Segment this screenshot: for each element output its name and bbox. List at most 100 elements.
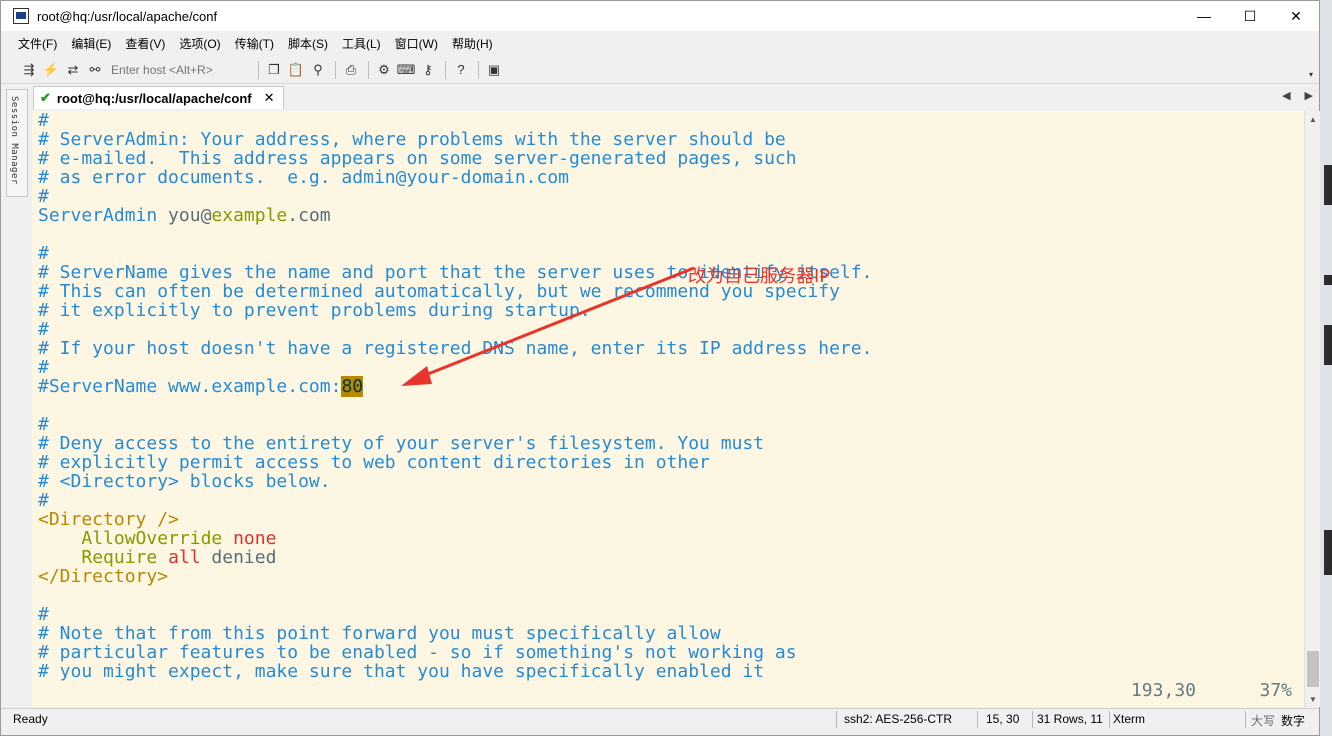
terminal-line: </Directory> [38, 567, 872, 586]
terminal-line: # explicitly permit access to web conten… [38, 452, 710, 473]
scroll-down-icon[interactable]: ▼ [1305, 691, 1321, 707]
directive-value: you@ [157, 205, 212, 226]
terminal-line: # ServerAdmin: Your address, where probl… [38, 129, 786, 150]
cursor-highlight: 80 [341, 376, 364, 397]
title-bar[interactable]: root@hq:/usr/local/apache/conf — ☐ ✕ [1, 1, 1319, 31]
tab-prev-icon[interactable]: ◀ [1282, 89, 1290, 102]
terminal-line: # you might expect, make sure that you h… [38, 661, 765, 682]
terminal-line: # [38, 243, 49, 264]
toolbar-divider [258, 60, 259, 79]
keymap-icon[interactable]: ⌨ [396, 60, 416, 80]
background-desktop-strip [1320, 0, 1332, 736]
scroll-up-icon[interactable]: ▲ [1305, 111, 1321, 127]
directive-value: none [222, 528, 277, 549]
directive-name: ServerAdmin [38, 205, 158, 226]
sftp-icon[interactable]: ▣ [484, 60, 504, 80]
background-strip-dark-block [1324, 165, 1332, 205]
session-manager-panel[interactable]: Session Manager [6, 89, 28, 197]
status-divider [836, 711, 837, 728]
toolbar-divider [445, 60, 446, 79]
close-button[interactable]: ✕ [1273, 1, 1319, 31]
status-num: 数字 [1281, 714, 1306, 728]
status-position: 15, 30 [986, 712, 1020, 726]
copy-icon[interactable]: ❐ [264, 60, 284, 80]
status-divider [1032, 711, 1033, 728]
menu-view[interactable]: 查看(V) [125, 35, 165, 52]
terminal-line: # it explicitly to prevent problems duri… [38, 300, 591, 321]
terminal-line: # Note that from this point forward you … [38, 623, 721, 644]
vertical-scrollbar[interactable]: ▲ ▼ [1304, 111, 1320, 707]
toolbar: ⇶ ⚡ ⇄ ⚯ ❐ 📋 ⚲ ⎙ ⚙ ⌨ ⚷ ? ▣ ▾ [1, 56, 1319, 84]
directive-value: .com [287, 205, 331, 226]
cursor-position: 193,30 [1130, 680, 1196, 701]
directory-tag: </Directory> [38, 566, 169, 587]
scroll-thumb[interactable] [1307, 651, 1319, 687]
menu-options[interactable]: 选项(O) [179, 35, 220, 52]
minimize-button[interactable]: — [1181, 1, 1227, 31]
directive-value: all [168, 547, 201, 568]
terminal-line: # [38, 319, 49, 340]
background-strip-dark-block [1324, 325, 1332, 365]
host-input[interactable] [107, 59, 253, 80]
terminal-line: # [38, 490, 49, 511]
terminal-line: # particular features to be enabled - so… [38, 642, 797, 663]
scroll-percent: 37% [1259, 680, 1292, 701]
terminal-line: <Directory /> [38, 510, 872, 529]
quick-connect-icon[interactable]: ⚡ [41, 60, 61, 80]
menu-tools[interactable]: 工具(L) [342, 35, 381, 52]
toolbar-overflow-icon[interactable]: ▾ [1309, 70, 1313, 79]
status-caps: 大写 [1251, 714, 1276, 728]
background-strip-dark-block [1324, 530, 1332, 575]
session-tab-label: root@hq:/usr/local/apache/conf [56, 90, 252, 106]
reconnect-icon[interactable]: ⇄ [63, 60, 83, 80]
connect-bar-icon[interactable]: ⇶ [19, 60, 39, 80]
help-icon[interactable]: ? [451, 60, 471, 80]
session-tab[interactable]: ✔ root@hq:/usr/local/apache/conf ✕ [33, 86, 284, 109]
find-icon[interactable]: ⚲ [308, 60, 328, 80]
directory-tag: <Directory /> [38, 509, 179, 530]
terminal-line: # e-mailed. This address appears on some… [38, 148, 797, 169]
securecrt-window: root@hq:/usr/local/apache/conf — ☐ ✕ 文件(… [0, 0, 1320, 736]
menu-file[interactable]: 文件(F) [18, 35, 57, 52]
status-divider [1245, 711, 1246, 728]
window-controls: — ☐ ✕ [1181, 1, 1319, 31]
app-icon[interactable] [13, 8, 29, 24]
settings-icon[interactable]: ⚙ [374, 60, 394, 80]
terminal-line: ServerAdmin you@example.com [38, 206, 872, 225]
window-title: root@hq:/usr/local/apache/conf [37, 8, 218, 24]
terminal-lines: # # ServerAdmin: Your address, where prob… [38, 111, 872, 681]
tab-next-icon[interactable]: ▶ [1305, 89, 1313, 102]
terminal-view[interactable]: # # ServerAdmin: Your address, where prob… [32, 111, 1304, 707]
paste-icon[interactable]: 📋 [286, 60, 306, 80]
maximize-button[interactable]: ☐ [1227, 1, 1273, 31]
print-icon[interactable]: ⎙ [341, 60, 361, 80]
terminal-line: Require all denied [38, 548, 872, 567]
menu-edit[interactable]: 编辑(E) [71, 35, 111, 52]
status-divider [1109, 711, 1110, 728]
status-bar: Ready ssh2: AES-256-CTR 15, 30 31 Rows, … [1, 708, 1319, 730]
terminal-line: # Deny access to the entirety of your se… [38, 433, 765, 454]
tab-close-icon[interactable]: ✕ [264, 90, 275, 106]
tab-bar: ✔ root@hq:/usr/local/apache/conf ✕ ◀ ▶ [31, 85, 1319, 109]
terminal-line: AllowOverride none [38, 529, 872, 548]
disconnect-icon[interactable]: ⚯ [85, 60, 105, 80]
terminal-line: # [38, 414, 49, 435]
directive-name: Require [81, 547, 158, 568]
menu-window[interactable]: 窗口(W) [395, 35, 438, 52]
menu-transfer[interactable]: 传输(T) [235, 35, 274, 52]
status-ready: Ready [13, 712, 48, 726]
menu-script[interactable]: 脚本(S) [288, 35, 328, 52]
menu-help[interactable]: 帮助(H) [452, 35, 493, 52]
terminal-line: # [38, 357, 49, 378]
terminal-line: # [38, 111, 49, 131]
toolbar-divider [478, 60, 479, 79]
terminal-line: #ServerName www.example.com:80 [38, 376, 872, 397]
keygen-icon[interactable]: ⚷ [418, 60, 438, 80]
toolbar-divider [368, 60, 369, 79]
